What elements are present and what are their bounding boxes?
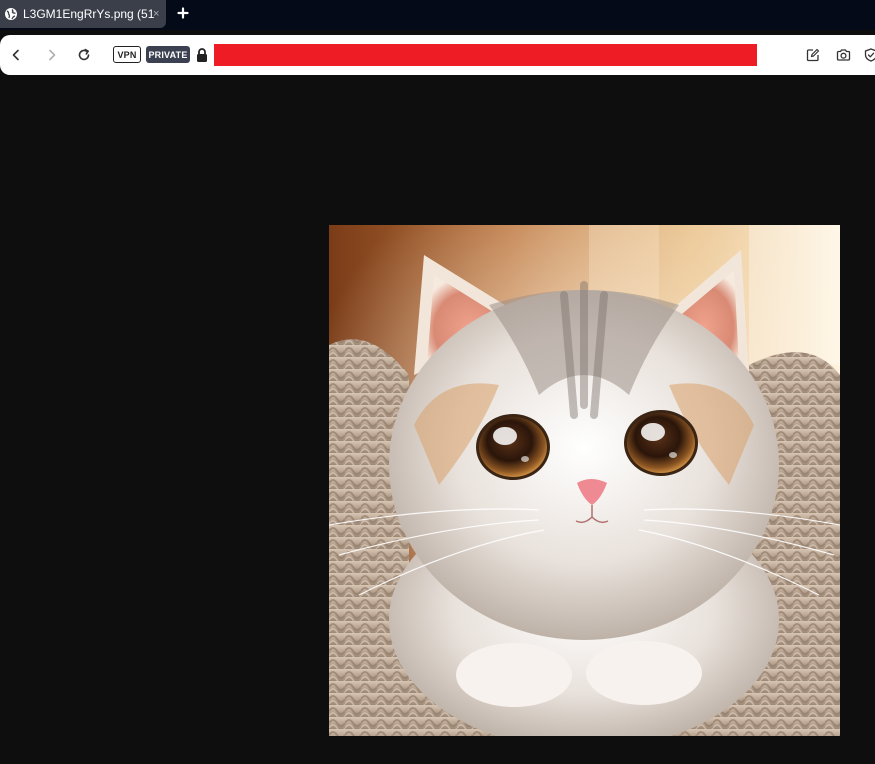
plus-icon: [177, 7, 189, 19]
address-bar-redacted[interactable]: [214, 44, 757, 66]
active-tab[interactable]: L3GM1EngRrYs.png (512 ×: [0, 0, 166, 28]
reload-icon: [78, 48, 90, 61]
screenshot-button[interactable]: [833, 45, 853, 65]
kitten-image[interactable]: [329, 225, 840, 736]
chevron-left-icon: [12, 49, 19, 61]
tab-strip: L3GM1EngRrYs.png (512 ×: [0, 0, 875, 30]
new-tab-button[interactable]: [174, 4, 192, 22]
shield-button[interactable]: [861, 45, 875, 65]
globe-icon: [5, 8, 17, 20]
chevron-right-icon: [49, 49, 56, 61]
tab-close-button[interactable]: ×: [153, 8, 159, 20]
tab-title: L3GM1EngRrYs.png (512: [23, 7, 155, 21]
kitten-illustration: [329, 225, 840, 736]
back-button[interactable]: [5, 44, 27, 66]
image-viewer-canvas: [0, 75, 875, 764]
edit-icon: [806, 48, 820, 62]
forward-button[interactable]: [41, 44, 63, 66]
private-badge: PRIVATE: [146, 46, 190, 63]
reload-button[interactable]: [73, 44, 95, 66]
camera-icon: [836, 49, 850, 61]
shield-check-icon: [864, 48, 875, 62]
edit-button[interactable]: [803, 45, 823, 65]
browser-toolbar: VPN PRIVATE: [0, 35, 875, 75]
lock-icon[interactable]: [196, 47, 208, 63]
vpn-badge[interactable]: VPN: [113, 46, 141, 63]
